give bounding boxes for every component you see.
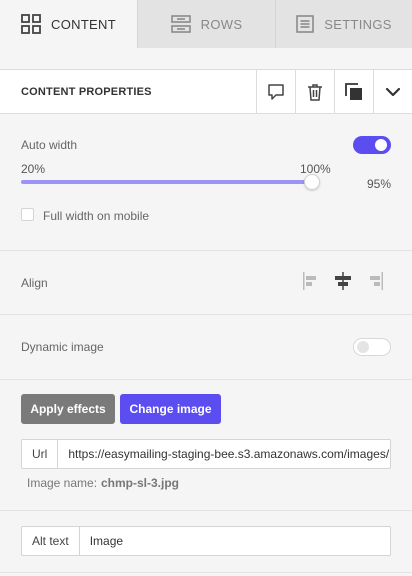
duplicate-icon xyxy=(345,82,363,101)
content-properties-header: CONTENT PROPERTIES xyxy=(0,69,412,114)
auto-width-label: Auto width xyxy=(21,138,78,152)
auto-width-toggle[interactable] xyxy=(353,136,391,154)
align-options xyxy=(302,271,384,291)
image-name-value: chmp-sl-3.jpg xyxy=(101,476,180,490)
tab-content-label: CONTENT xyxy=(51,16,116,32)
image-name-label: Image name: xyxy=(27,476,98,490)
panel-title: CONTENT PROPERTIES xyxy=(21,85,152,98)
chevron-down-icon xyxy=(385,86,401,98)
tab-settings-label: SETTINGS xyxy=(324,16,392,32)
apply-effects-button[interactable]: Apply effects xyxy=(21,394,115,424)
width-slider-handle[interactable] xyxy=(304,174,320,190)
comment-icon xyxy=(267,83,285,101)
toggle-knob xyxy=(357,341,369,353)
align-left-icon[interactable] xyxy=(302,271,320,291)
toggle-knob xyxy=(375,139,387,151)
full-width-mobile-label: Full width on mobile xyxy=(43,209,150,223)
url-label: Url xyxy=(22,440,59,468)
dynamic-image-label: Dynamic image xyxy=(21,340,104,354)
rows-icon xyxy=(170,15,191,33)
full-width-mobile-checkbox[interactable] xyxy=(21,208,34,221)
alt-text-label: Alt text xyxy=(22,527,80,555)
slider-min-label: 20% xyxy=(21,162,46,176)
change-image-button[interactable]: Change image xyxy=(120,394,221,424)
collapse-button[interactable] xyxy=(373,69,412,114)
url-field: Url https://easymailing-staging-bee.s3.a… xyxy=(21,439,391,469)
tab-settings[interactable]: SETTINGS xyxy=(276,0,412,48)
align-right-icon[interactable] xyxy=(366,271,384,291)
alt-text-field: Alt text Image xyxy=(21,526,391,556)
grid-icon xyxy=(21,14,41,34)
alt-text-input[interactable]: Image xyxy=(80,527,133,555)
settings-list-icon xyxy=(296,15,315,33)
width-slider-track[interactable] xyxy=(21,180,311,184)
width-value: 95% xyxy=(367,177,392,191)
tab-content[interactable]: CONTENT xyxy=(0,0,138,48)
tab-rows-label: ROWS xyxy=(200,16,243,32)
tab-bar: CONTENT ROWS SETTINGS xyxy=(0,0,412,48)
delete-button[interactable] xyxy=(295,69,334,114)
duplicate-button[interactable] xyxy=(334,69,373,114)
comment-button[interactable] xyxy=(256,69,295,114)
trash-icon xyxy=(307,83,323,101)
tab-rows[interactable]: ROWS xyxy=(138,0,276,48)
align-label: Align xyxy=(21,276,48,290)
dynamic-image-toggle[interactable] xyxy=(353,338,391,356)
url-input[interactable]: https://easymailing-staging-bee.s3.amazo… xyxy=(58,440,390,468)
align-center-icon[interactable] xyxy=(333,271,353,291)
